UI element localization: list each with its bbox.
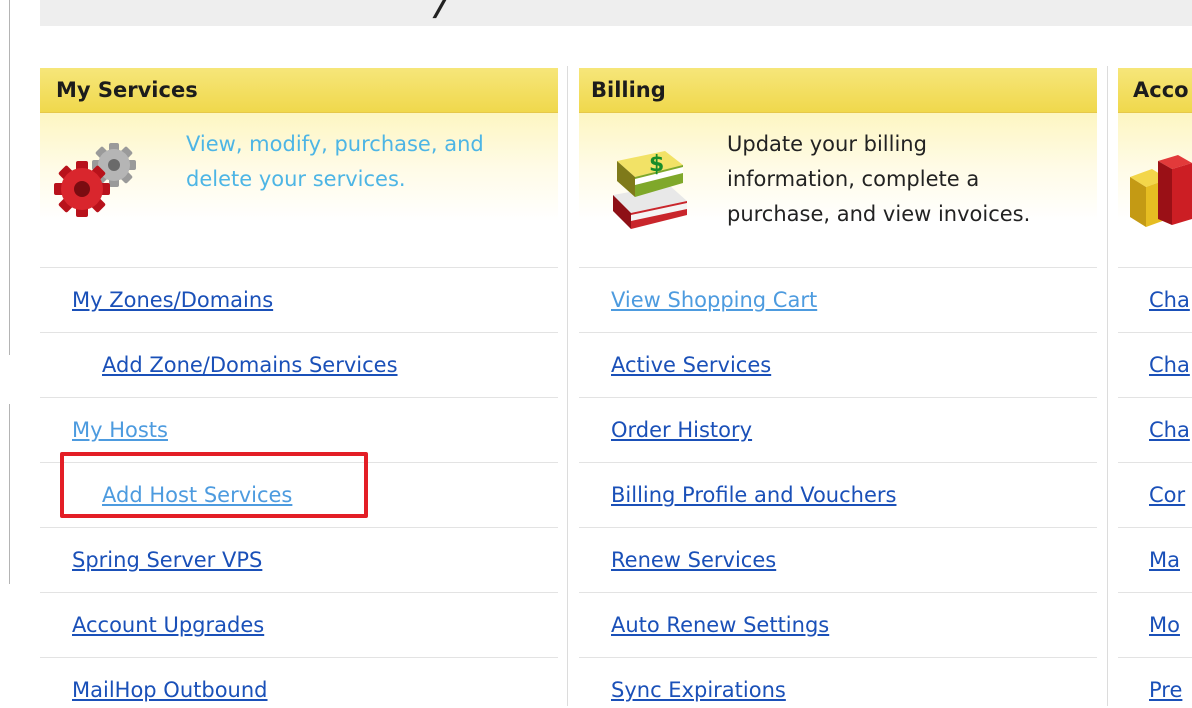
link-account-2[interactable]: Cha bbox=[1149, 353, 1190, 377]
list-item: MailHop Outbound bbox=[40, 658, 558, 708]
link-view-shopping-cart[interactable]: View Shopping Cart bbox=[611, 288, 817, 312]
link-sync-expirations[interactable]: Sync Expirations bbox=[611, 678, 786, 702]
billing-description-line: purchase, and view invoices. bbox=[727, 202, 1031, 226]
link-account-upgrades[interactable]: Account Upgrades bbox=[72, 613, 264, 637]
list-item: My Zones/Domains bbox=[40, 267, 558, 333]
link-active-services[interactable]: Active Services bbox=[611, 353, 771, 377]
account-header: Acco bbox=[1118, 68, 1192, 113]
gears-icon bbox=[54, 143, 136, 217]
link-add-zone-domains-services[interactable]: Add Zone/Domains Services bbox=[102, 353, 398, 377]
my-services-panel: My Services View, modify, purchase, and … bbox=[40, 68, 558, 708]
my-services-intro: View, modify, purchase, and delete your … bbox=[40, 113, 558, 267]
list-item: Ma bbox=[1118, 528, 1192, 593]
link-account-1[interactable]: Cha bbox=[1149, 288, 1190, 312]
list-item: Add Zone/Domains Services bbox=[40, 333, 558, 398]
account-panel: Acco Cha Cha Cha Cor Ma Mo Pre bbox=[1118, 68, 1192, 708]
link-account-4[interactable]: Cor bbox=[1149, 483, 1185, 507]
link-billing-profile-vouchers[interactable]: Billing Profile and Vouchers bbox=[611, 483, 896, 507]
top-title-bar: / bbox=[40, 0, 1192, 26]
list-item: Spring Server VPS bbox=[40, 528, 558, 593]
list-item: Pre bbox=[1118, 658, 1192, 708]
link-my-zones-domains[interactable]: My Zones/Domains bbox=[72, 288, 273, 312]
list-item: Cha bbox=[1118, 267, 1192, 333]
billing-description-line: information, complete a bbox=[727, 167, 980, 191]
list-item: View Shopping Cart bbox=[579, 267, 1097, 333]
link-mailhop-outbound[interactable]: MailHop Outbound bbox=[72, 678, 268, 702]
list-item: Auto Renew Settings bbox=[579, 593, 1097, 658]
billing-description: Update your billing information, complet… bbox=[727, 127, 1030, 232]
cut-off-title-glyph: / bbox=[431, 0, 454, 24]
list-item: Renew Services bbox=[579, 528, 1097, 593]
list-item: Active Services bbox=[579, 333, 1097, 398]
highlight-annotation-box bbox=[60, 452, 368, 518]
svg-text:$: $ bbox=[649, 152, 664, 177]
list-item: Sync Expirations bbox=[579, 658, 1097, 708]
list-item: Order History bbox=[579, 398, 1097, 463]
link-auto-renew-settings[interactable]: Auto Renew Settings bbox=[611, 613, 829, 637]
list-item: Cor bbox=[1118, 463, 1192, 528]
my-services-header: My Services bbox=[40, 68, 558, 113]
link-renew-services[interactable]: Renew Services bbox=[611, 548, 776, 572]
billing-panel: Billing $ Update your billing informatio… bbox=[579, 68, 1097, 708]
account-intro bbox=[1118, 113, 1192, 267]
list-item: Cha bbox=[1118, 333, 1192, 398]
list-item: Cha bbox=[1118, 398, 1192, 463]
link-spring-server-vps[interactable]: Spring Server VPS bbox=[72, 548, 262, 572]
billing-description-line: Update your billing bbox=[727, 132, 927, 156]
my-services-description: View, modify, purchase, and delete your … bbox=[186, 127, 484, 197]
list-item: Billing Profile and Vouchers bbox=[579, 463, 1097, 528]
books-dollar-icon: $ bbox=[613, 151, 687, 229]
my-services-description-line: View, modify, purchase, and bbox=[186, 132, 484, 156]
link-account-5[interactable]: Ma bbox=[1149, 548, 1180, 572]
left-edge-rule bbox=[9, 0, 10, 355]
column-divider-1 bbox=[567, 66, 568, 706]
account-links: Cha Cha Cha Cor Ma Mo Pre bbox=[1118, 267, 1192, 708]
billing-intro: $ Update your billing information, compl… bbox=[579, 113, 1097, 267]
list-item: Mo bbox=[1118, 593, 1192, 658]
list-item: Account Upgrades bbox=[40, 593, 558, 658]
link-order-history[interactable]: Order History bbox=[611, 418, 752, 442]
link-account-7[interactable]: Pre bbox=[1149, 678, 1182, 702]
link-account-6[interactable]: Mo bbox=[1149, 613, 1180, 637]
billing-links: View Shopping Cart Active Services Order… bbox=[579, 267, 1097, 708]
link-account-3[interactable]: Cha bbox=[1149, 418, 1190, 442]
left-edge-rule-lower bbox=[9, 404, 10, 584]
account-blocks-icon bbox=[1130, 155, 1192, 227]
link-my-hosts[interactable]: My Hosts bbox=[72, 418, 168, 442]
column-divider-2 bbox=[1107, 66, 1108, 706]
billing-header: Billing bbox=[579, 68, 1097, 113]
my-services-description-line: delete your services. bbox=[186, 167, 406, 191]
